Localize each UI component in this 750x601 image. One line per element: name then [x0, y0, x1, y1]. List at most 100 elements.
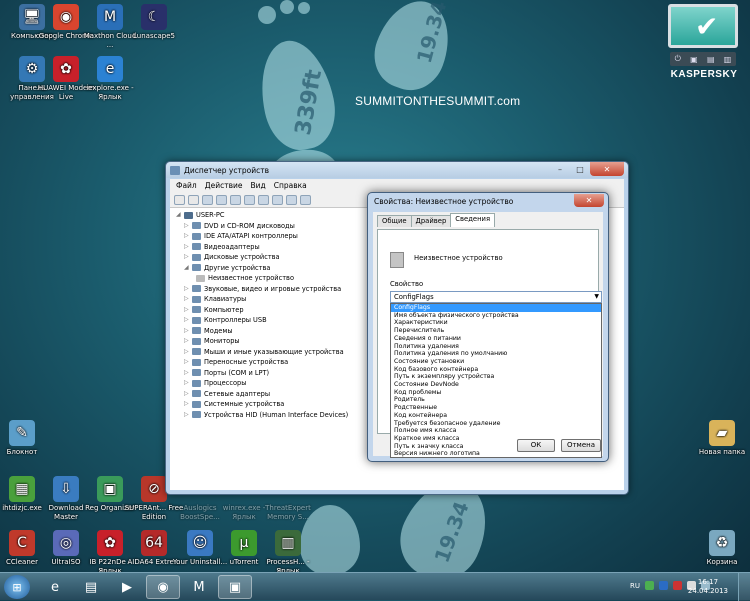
properties-icon[interactable]: [216, 194, 227, 205]
tab-general[interactable]: Общие: [377, 215, 412, 227]
tree-category[interactable]: ▷ Переносные устройства: [176, 357, 368, 368]
property-dropdown-list[interactable]: ConfigFlags Имя объекта физического устро…: [390, 303, 602, 458]
forward-icon[interactable]: [188, 194, 199, 205]
scan-icon[interactable]: ▣: [690, 55, 698, 64]
internet-explorer-icon[interactable]: e: [38, 575, 72, 599]
tree-category[interactable]: ▷ Модемы: [176, 326, 368, 337]
tree-root[interactable]: ◢ USER-PC: [176, 210, 368, 221]
property-option[interactable]: Политика удаления: [391, 343, 601, 351]
property-option[interactable]: Состояние установки: [391, 358, 601, 366]
tree-category[interactable]: ▷ IDE ATA/ATAPI контроллеры: [176, 231, 368, 242]
desktop-icon-recycle-bin[interactable]: ♻ Корзина: [692, 530, 750, 567]
expand-icon[interactable]: ▷: [184, 357, 192, 368]
property-option[interactable]: Полное имя класса: [391, 427, 601, 435]
property-option[interactable]: Перечислитель: [391, 327, 601, 335]
expand-icon[interactable]: ▷: [184, 315, 192, 326]
tree-category[interactable]: ▷ Клавиатуры: [176, 294, 368, 305]
scan-hardware-icon[interactable]: [258, 194, 269, 205]
desktop-icon-new-folder[interactable]: ▰ Новая папка: [692, 420, 750, 457]
expand-icon[interactable]: ▷: [184, 284, 192, 295]
expand-icon[interactable]: ▷: [184, 231, 192, 242]
ok-button[interactable]: ОК: [517, 439, 555, 452]
property-option[interactable]: Имя объекта физического устройства: [391, 312, 601, 320]
show-desktop-button[interactable]: [738, 573, 750, 601]
device-manager-taskbar-icon[interactable]: ▣: [218, 575, 252, 599]
property-select[interactable]: ConfigFlags ▼: [390, 291, 602, 303]
tree-category[interactable]: ▷ Системные устройства: [176, 399, 368, 410]
dialog-close-button[interactable]: ✕: [574, 194, 604, 207]
tree-category[interactable]: ▷ Звуковые, видео и игровые устройства: [176, 284, 368, 295]
tree-item-unknown-device[interactable]: Неизвестное устройство: [176, 273, 368, 284]
tree-category[interactable]: ▷ Мониторы: [176, 336, 368, 347]
power-icon[interactable]: ⏻: [675, 54, 681, 64]
tree-category[interactable]: ▷ Устройства HID (Human Interface Devices…: [176, 410, 368, 421]
property-option[interactable]: ConfigFlags: [391, 304, 601, 312]
flag-icon[interactable]: [659, 581, 668, 590]
expand-icon[interactable]: ▷: [184, 368, 192, 379]
collapse-icon[interactable]: ◢: [184, 263, 192, 274]
chrome-taskbar-icon[interactable]: ◉: [146, 575, 180, 599]
expand-icon[interactable]: ▷: [184, 305, 192, 316]
language-indicator[interactable]: RU: [630, 582, 640, 590]
tree-category[interactable]: ▷ Дисковые устройства: [176, 252, 368, 263]
device-tree[interactable]: ◢ USER-PC ▷ DVD и CD-ROM дисководы ▷ IDE AT…: [170, 208, 368, 490]
tree-category[interactable]: ▷ Сетевые адаптеры: [176, 389, 368, 400]
menu-help[interactable]: Справка: [270, 181, 311, 190]
tree-category[interactable]: ▷ Компьютер: [176, 305, 368, 316]
clock[interactable]: 16:17 24.04.2013: [688, 578, 728, 596]
close-button[interactable]: ✕: [590, 162, 624, 176]
expand-icon[interactable]: ▷: [184, 326, 192, 337]
kaspersky-gadget[interactable]: ✔ ⏻ ▣ ▤ ▥ KASPERSKY: [664, 4, 744, 90]
tree-category[interactable]: ▷ Контроллеры USB: [176, 315, 368, 326]
desktop-icon-processhacker[interactable]: ▥ ProcessH... - Ярлык: [258, 530, 318, 576]
tree-category[interactable]: ◢ Другие устройства: [176, 263, 368, 274]
property-option[interactable]: Родитель: [391, 396, 601, 404]
expand-icon[interactable]: ▷: [184, 410, 192, 421]
desktop-icon-notepad[interactable]: ✎ Блокнот: [0, 420, 52, 457]
tree-category[interactable]: ▷ Мыши и иные указывающие устройства: [176, 347, 368, 358]
property-option[interactable]: Код проблемы: [391, 389, 601, 397]
property-option[interactable]: Путь к экземпляру устройства: [391, 373, 601, 381]
menu-action[interactable]: Действие: [201, 181, 247, 190]
property-option[interactable]: Состояние DevNode: [391, 381, 601, 389]
expand-icon[interactable]: ▷: [184, 252, 192, 263]
antivirus-tray-icon[interactable]: [673, 581, 682, 590]
help-icon[interactable]: [230, 194, 241, 205]
media-player-icon[interactable]: ▶: [110, 575, 144, 599]
expand-icon[interactable]: ▷: [184, 378, 192, 389]
property-option[interactable]: Код контейнера: [391, 412, 601, 420]
maxthon-taskbar-icon[interactable]: M: [182, 575, 216, 599]
expand-icon[interactable]: ▷: [184, 399, 192, 410]
tree-category[interactable]: ▷ Процессоры: [176, 378, 368, 389]
tree-category[interactable]: ▷ Видеоадаптеры: [176, 242, 368, 253]
properties-dialog[interactable]: Свойства: Неизвестное устройство ✕ Общие…: [367, 192, 609, 462]
tab-details[interactable]: Сведения: [450, 213, 496, 227]
expand-icon[interactable]: ▷: [184, 242, 192, 253]
tree-category[interactable]: ▷ DVD и CD-ROM дисководы: [176, 221, 368, 232]
menu-file[interactable]: Файл: [172, 181, 201, 190]
collapse-icon[interactable]: ◢: [176, 210, 184, 221]
minimize-button[interactable]: –: [550, 162, 570, 176]
start-button[interactable]: ⊞: [4, 575, 30, 599]
chevron-down-icon[interactable]: ▼: [594, 292, 599, 302]
tree-category[interactable]: ▷ Порты (COM и LPT): [176, 368, 368, 379]
tree-view-icon[interactable]: [202, 194, 213, 205]
uninstall-icon[interactable]: [286, 194, 297, 205]
expand-icon[interactable]: ▷: [184, 294, 192, 305]
menu-view[interactable]: Вид: [246, 181, 269, 190]
expand-icon[interactable]: ▷: [184, 347, 192, 358]
property-option[interactable]: Политика удаления по умолчанию: [391, 350, 601, 358]
explorer-icon[interactable]: ▤: [74, 575, 108, 599]
kaspersky-toolbar[interactable]: ⏻ ▣ ▤ ▥: [670, 52, 736, 66]
property-option[interactable]: Характеристики: [391, 319, 601, 327]
network-icon[interactable]: [645, 581, 654, 590]
back-icon[interactable]: [174, 194, 185, 205]
details-icon[interactable]: [244, 194, 255, 205]
expand-icon[interactable]: ▷: [184, 389, 192, 400]
desktop-icon-iexplore[interactable]: e iexplore.exe - Ярлык: [80, 56, 140, 102]
disable-icon[interactable]: [300, 194, 311, 205]
tab-driver[interactable]: Драйвер: [410, 215, 452, 227]
expand-icon[interactable]: ▷: [184, 221, 192, 232]
maximize-button[interactable]: □: [570, 162, 590, 176]
update-driver-icon[interactable]: [272, 194, 283, 205]
